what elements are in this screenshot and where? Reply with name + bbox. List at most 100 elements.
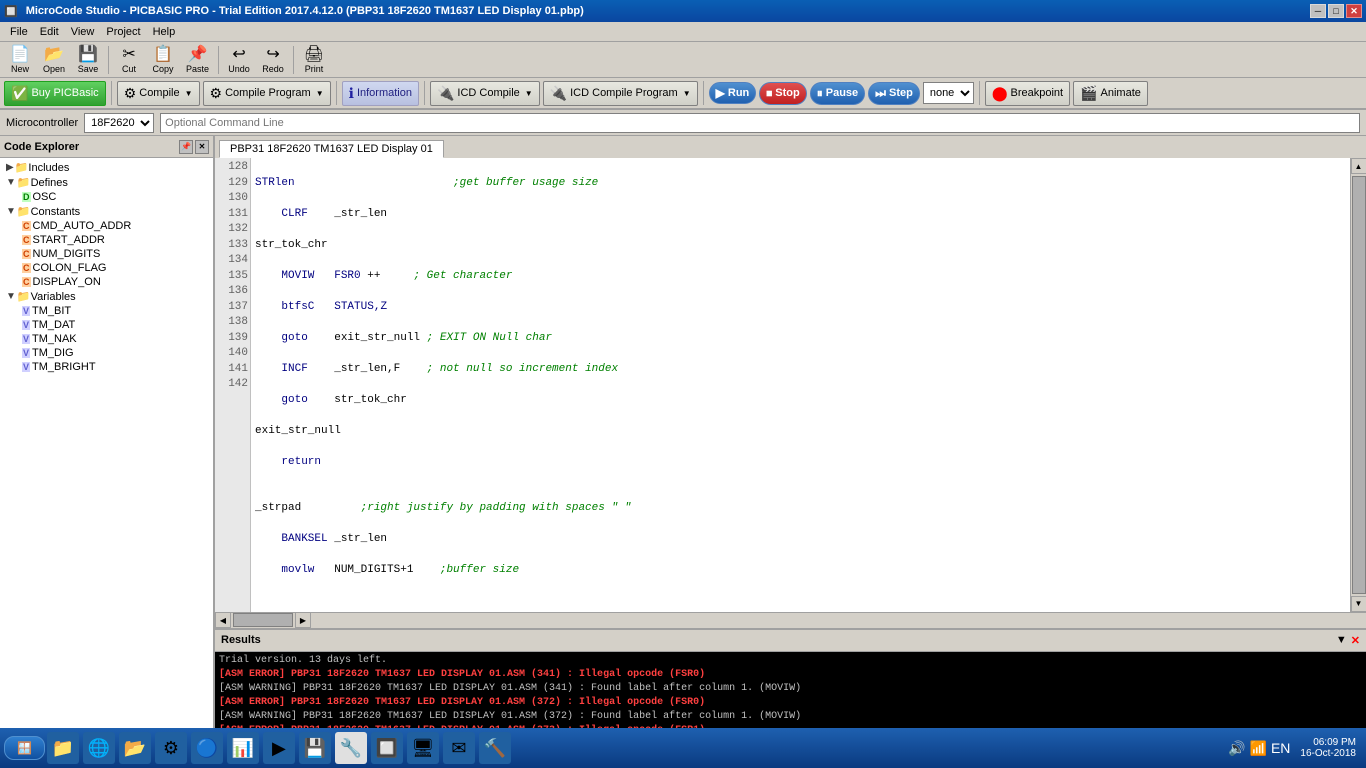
tree-defines-folder[interactable]: ▼ 📁 Defines bbox=[2, 175, 211, 190]
sidebar-pin-button[interactable]: 📌 bbox=[179, 140, 193, 154]
animate-button[interactable]: 🎬 Animate bbox=[1073, 81, 1148, 106]
mc-select[interactable]: 18F2620 bbox=[84, 113, 154, 133]
save-icon: 💾 bbox=[78, 46, 98, 64]
tree-osc[interactable]: D OSC bbox=[2, 190, 211, 204]
tree-tm-bright[interactable]: V TM_BRIGHT bbox=[2, 360, 211, 374]
line-num-137: 137 bbox=[217, 300, 248, 316]
tree-colon-flag[interactable]: C COLON_FLAG bbox=[2, 261, 211, 275]
tm-bright-label: TM_BRIGHT bbox=[32, 361, 96, 373]
line-num-134: 134 bbox=[217, 253, 248, 269]
toolbar2-separator-2 bbox=[336, 81, 337, 105]
menu-project[interactable]: Project bbox=[100, 24, 146, 40]
menu-file[interactable]: File bbox=[4, 24, 34, 40]
taskbar-settings[interactable]: ⚙ bbox=[155, 732, 187, 764]
close-button[interactable]: ✕ bbox=[1346, 4, 1362, 18]
tree-cmd-auto-addr[interactable]: C CMD_AUTO_ADDR bbox=[2, 219, 211, 233]
mc-bar: Microcontroller 18F2620 bbox=[0, 110, 1366, 136]
taskbar-chip[interactable]: 🔲 bbox=[371, 732, 403, 764]
paste-button[interactable]: 📌 Paste bbox=[181, 43, 214, 77]
results-close-button[interactable]: ✕ bbox=[1351, 634, 1360, 647]
code-editor[interactable]: STRlen ;get buffer usage size CLRF _str_… bbox=[251, 158, 1350, 612]
tree-includes-folder[interactable]: ▶ 📁 Includes bbox=[2, 160, 211, 175]
none-select[interactable]: none bbox=[923, 82, 974, 104]
taskbar-file-manager[interactable]: 📁 bbox=[47, 732, 79, 764]
information-button[interactable]: ℹ Information bbox=[342, 81, 419, 106]
result-line-2: [ASM WARNING] PBP31 18F2620 TM1637 LED D… bbox=[219, 682, 1362, 696]
clock-date: 16-Oct-2018 bbox=[1300, 748, 1356, 759]
line-num-133: 133 bbox=[217, 238, 248, 254]
sidebar-close-button[interactable]: ✕ bbox=[195, 140, 209, 154]
taskbar-media[interactable]: ▶ bbox=[263, 732, 295, 764]
copy-button[interactable]: 📋 Copy bbox=[147, 43, 179, 77]
run-button[interactable]: ▶ Run bbox=[709, 82, 757, 104]
compile-program-button[interactable]: ⚙ Compile Program ▼ bbox=[203, 81, 331, 106]
open-button[interactable]: 📂 Open bbox=[38, 43, 70, 77]
editor-horizontal-scrollbar[interactable]: ◀ ▶ bbox=[215, 612, 1366, 628]
minimize-button[interactable]: ─ bbox=[1310, 4, 1326, 18]
breakpoint-button[interactable]: ⬤ Breakpoint bbox=[985, 81, 1070, 106]
taskbar-tools[interactable]: 🔨 bbox=[479, 732, 511, 764]
undo-button[interactable]: ↩ Undo bbox=[223, 43, 255, 77]
compile-button[interactable]: ⚙ Compile ▼ bbox=[117, 81, 200, 106]
taskbar-explorer[interactable]: 📂 bbox=[119, 732, 151, 764]
tree-tm-bit[interactable]: V TM_BIT bbox=[2, 304, 211, 318]
menu-help[interactable]: Help bbox=[147, 24, 182, 40]
code-line-133: goto exit_str_null ; EXIT ON Null char bbox=[255, 331, 1346, 347]
buy-picbasic-button[interactable]: ✅ Buy PICBasic bbox=[4, 81, 106, 106]
animate-icon: 🎬 bbox=[1080, 85, 1097, 102]
print-button[interactable]: 🖨 Print bbox=[298, 43, 330, 77]
tree-num-digits[interactable]: C NUM_DIGITS bbox=[2, 247, 211, 261]
tree-tm-dat[interactable]: V TM_DAT bbox=[2, 318, 211, 332]
code-line-130: str_tok_chr bbox=[255, 238, 1346, 254]
constants-label: Constants bbox=[31, 206, 81, 218]
includes-expand-arrow: ▶ bbox=[6, 162, 14, 173]
scroll-thumb[interactable] bbox=[1352, 176, 1366, 594]
icd-compile-dropdown-arrow: ▼ bbox=[525, 89, 533, 98]
tree-start-addr[interactable]: C START_ADDR bbox=[2, 233, 211, 247]
open-icon: 📂 bbox=[44, 46, 64, 64]
taskbar-monitor[interactable]: 🖥 bbox=[407, 732, 439, 764]
optional-command-line-input[interactable] bbox=[160, 113, 1360, 133]
icd-compile-button[interactable]: 🔌 ICD Compile ▼ bbox=[430, 81, 540, 106]
tree-tm-nak[interactable]: V TM_NAK bbox=[2, 332, 211, 346]
hscroll-right-arrow[interactable]: ▶ bbox=[295, 612, 311, 628]
start-button[interactable]: 🪟 bbox=[4, 736, 45, 760]
icd-compile-icon: 🔌 bbox=[437, 85, 454, 102]
taskbar-system-tray: 🔊 📶 EN 06:09 PM 16-Oct-2018 bbox=[1228, 737, 1362, 759]
scroll-up-arrow[interactable]: ▲ bbox=[1351, 158, 1366, 174]
tray-language-icon: EN bbox=[1271, 740, 1290, 756]
save-button[interactable]: 💾 Save bbox=[72, 43, 104, 77]
taskbar-storage[interactable]: 💾 bbox=[299, 732, 331, 764]
stop-button[interactable]: ⏹ Stop bbox=[759, 82, 806, 105]
tree-variables-folder[interactable]: ▼ 📁 Variables bbox=[2, 289, 211, 304]
taskbar-excel[interactable]: 📊 bbox=[227, 732, 259, 764]
taskbar-pickit[interactable]: 🔧 bbox=[335, 732, 367, 764]
pause-button[interactable]: ⏸ Pause bbox=[810, 82, 865, 105]
scroll-down-arrow[interactable]: ▼ bbox=[1351, 596, 1366, 612]
step-button[interactable]: ⏭ Step bbox=[868, 82, 920, 105]
variables-label: Variables bbox=[31, 291, 76, 303]
taskbar-mail[interactable]: ✉ bbox=[443, 732, 475, 764]
menu-view[interactable]: View bbox=[65, 24, 101, 40]
editor-vertical-scrollbar[interactable]: ▲ ▼ bbox=[1350, 158, 1366, 612]
maximize-button[interactable]: □ bbox=[1328, 4, 1344, 18]
cut-button[interactable]: ✂ Cut bbox=[113, 43, 145, 77]
new-button[interactable]: 📄 New bbox=[4, 43, 36, 77]
taskbar-ie[interactable]: 🔵 bbox=[191, 732, 223, 764]
redo-button[interactable]: ↪ Redo bbox=[257, 43, 289, 77]
tm-dig-icon: V bbox=[22, 348, 30, 358]
icd-compile-program-button[interactable]: 🔌 ICD Compile Program ▼ bbox=[543, 81, 698, 106]
hscroll-left-arrow[interactable]: ◀ bbox=[215, 612, 231, 628]
secondary-toolbar: ✅ Buy PICBasic ⚙ Compile ▼ ⚙ Compile Pro… bbox=[0, 78, 1366, 110]
icd-compile-program-icon: 🔌 bbox=[550, 85, 567, 102]
results-dropdown-arrow[interactable]: ▼ bbox=[1336, 634, 1347, 646]
editor-tab-main[interactable]: PBP31 18F2620 TM1637 LED Display 01 bbox=[219, 140, 444, 158]
app-container: 🔲 MicroCode Studio - PICBASIC PRO - Tria… bbox=[0, 0, 1366, 768]
menu-edit[interactable]: Edit bbox=[34, 24, 65, 40]
tree-tm-dig[interactable]: V TM_DIG bbox=[2, 346, 211, 360]
hscroll-thumb[interactable] bbox=[233, 613, 293, 627]
tm-bit-icon: V bbox=[22, 306, 30, 316]
tree-constants-folder[interactable]: ▼ 📁 Constants bbox=[2, 204, 211, 219]
taskbar-chrome[interactable]: 🌐 bbox=[83, 732, 115, 764]
tree-display-on[interactable]: C DISPLAY_ON bbox=[2, 275, 211, 289]
